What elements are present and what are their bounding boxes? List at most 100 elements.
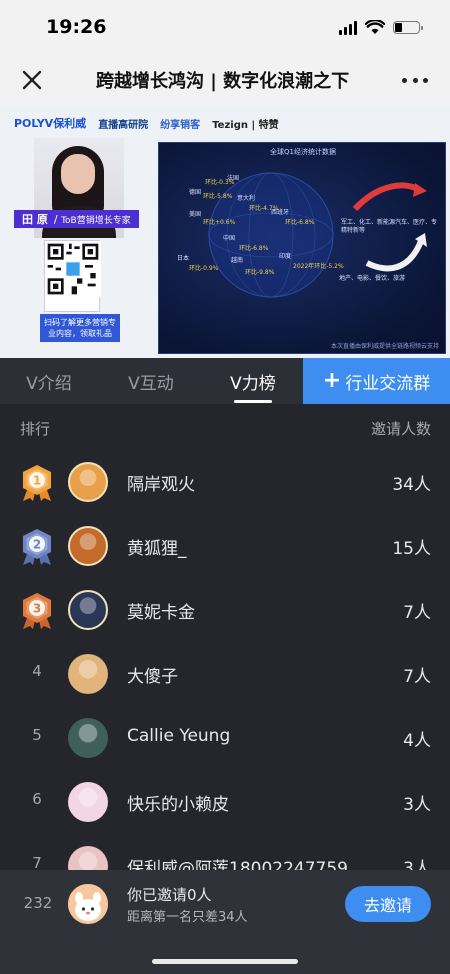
slide-label: 环比-0.3% [205, 179, 235, 186]
ranking-row: 7 保利威@阿莲18002247759 3人 [0, 834, 450, 870]
status-bar: 19:26 [0, 0, 450, 54]
slide-label: 环比-6.8% [285, 219, 315, 226]
ranking-row: 6 快乐的小赖皮 3人 [0, 770, 450, 834]
slide-note-down: 地产、电影、餐饮、旅游 [339, 275, 406, 282]
qr-caption: 扫码了解更多营销专业内容，领取礼品 [40, 314, 120, 342]
user-name: 保利威@阿莲18002247759 [127, 859, 348, 870]
wifi-icon [365, 20, 385, 34]
invite-count: 3人 [403, 795, 431, 815]
user-name: 快乐的小赖皮 [127, 795, 229, 815]
presenter-name-tag: 田 原 / ToB营销增长专家 [14, 210, 139, 228]
slide-label: 环比+0.6% [203, 219, 236, 226]
invite-count: 4人 [403, 731, 431, 751]
status-icons [339, 20, 423, 35]
slide-footer: 本次直播由保利威提供全链路视频云支持 [330, 343, 439, 350]
app-page: 19:26 跨越增长鸿沟 | 数字化浪潮之下 POLYV保利威 直播高研院 纷享… [0, 0, 450, 974]
close-icon[interactable] [20, 68, 44, 92]
qr-code-icon [45, 241, 101, 297]
ranking-row: 2 黄狐狸_ 15人 [0, 514, 450, 578]
slide-label: 环比-0.9% [189, 265, 219, 272]
rank-number: 4 [32, 662, 42, 680]
qr-code [44, 240, 101, 312]
gold-medal-icon: 1 [23, 465, 51, 501]
sponsor-logos: POLYV保利威 直播高研院 纷享销客 Tezign | 特赞 [0, 106, 450, 140]
presenter-desc: ToB营销增长专家 [61, 215, 131, 226]
active-tab-indicator [234, 400, 272, 403]
user-avatar [68, 654, 108, 694]
slide-label: 德国 [189, 189, 202, 196]
ranking-row: 4 大傻子 7人 [0, 642, 450, 706]
user-avatar [68, 462, 108, 502]
count-column-header: 邀请人数 [370, 420, 431, 438]
user-avatar [68, 526, 108, 566]
live-video-player[interactable]: POLYV保利威 直播高研院 纷享销客 Tezign | 特赞 田 原 / To… [0, 106, 450, 358]
logo-research-lab: 直播高研院 [98, 119, 149, 131]
slide-note-up: 军工、化工、新能源汽车、医疗、专精特新等 [341, 219, 438, 234]
nav-bar: 跨越增长鸿沟 | 数字化浪潮之下 [0, 54, 450, 106]
slide-label: 日本 [177, 255, 190, 262]
invite-button[interactable]: 去邀请 [345, 886, 431, 922]
ranking-row: 5 Callie Yeung 4人 [0, 706, 450, 770]
join-group-button[interactable]: + 行业交流群 [303, 358, 450, 404]
more-icon[interactable] [402, 68, 428, 92]
home-indicator[interactable] [152, 959, 298, 964]
invited-count-text: 你已邀请0人 [127, 886, 212, 904]
medal-rank-number: 1 [33, 474, 41, 488]
medal-rank-number: 3 [33, 602, 41, 616]
slide-label: 2022年环比-5.2% [293, 263, 344, 270]
tab-interaction[interactable]: V互动 [116, 358, 186, 404]
my-invite-bar: 232 你已邀请0人 距离第一名只差34人 去邀请 [0, 870, 450, 974]
slide-label: 环比-4.7% [249, 205, 279, 212]
ranking-row: 3 莫妮卡金 7人 [0, 578, 450, 642]
slide-label: 越南 [231, 257, 244, 264]
user-name: 大傻子 [127, 667, 178, 687]
ranking-header: 排行 邀请人数 [0, 404, 450, 450]
slide-label: 环比-9.8% [245, 269, 275, 276]
invite-count: 7人 [403, 603, 431, 623]
invite-count: 3人 [403, 859, 431, 870]
ranking-list: 1 隔岸观火 34人 2 黄狐狸_ 15人 3 莫妮卡金 7人 4 大傻子 7人 5 Callie Yeu… [0, 450, 450, 870]
slide-label: 美国 [189, 211, 202, 218]
tab-bar: V介绍 V互动 V力榜 + 行业交流群 [0, 358, 450, 404]
cellular-signal-icon [339, 20, 357, 35]
invite-count: 7人 [403, 667, 431, 687]
my-avatar [68, 884, 108, 924]
logo-fenxiang: 纷享销客 [160, 119, 201, 131]
join-group-label: 行业交流群 [345, 373, 431, 394]
gap-to-first-text: 距离第一名只差34人 [127, 910, 248, 925]
logo-tezign: Tezign | 特赞 [212, 119, 279, 131]
user-name: 隔岸观火 [127, 475, 195, 495]
silver-medal-icon: 2 [23, 529, 51, 565]
user-name: Callie Yeung [127, 726, 231, 746]
rank-number: 7 [32, 854, 42, 870]
globe-graphic [208, 172, 427, 298]
slide-label: 意大利 [237, 195, 256, 202]
page-title: 跨越增长鸿沟 | 数字化浪潮之下 [96, 71, 350, 92]
ranking-row: 1 隔岸观火 34人 [0, 450, 450, 514]
bronze-medal-icon: 3 [23, 593, 51, 629]
logo-polyv: POLYV保利威 [14, 117, 87, 130]
slide-label: 中国 [223, 235, 236, 242]
user-avatar [68, 590, 108, 630]
rank-column-header: 排行 [20, 420, 51, 438]
plus-icon: + [322, 368, 342, 393]
presenter-name: 田 原 [22, 213, 48, 226]
rank-number: 6 [32, 790, 42, 808]
rank-number: 5 [32, 726, 42, 744]
my-rank: 232 [23, 894, 53, 912]
slide-label: 环比-5.8% [203, 193, 233, 200]
user-avatar [68, 718, 108, 758]
user-avatar [68, 846, 108, 870]
invite-count: 15人 [392, 539, 431, 559]
invite-count: 34人 [392, 475, 431, 495]
user-avatar [68, 782, 108, 822]
user-name: 莫妮卡金 [127, 603, 195, 623]
tab-intro[interactable]: V介绍 [14, 358, 84, 404]
medal-rank-number: 2 [33, 538, 41, 552]
battery-icon [393, 21, 423, 34]
tab-ranking[interactable]: V力榜 [218, 358, 288, 404]
slide-label: 印度 [279, 253, 292, 260]
presentation-slide: 全球Q1经济统计数据 法国 德国 意大利 美国 西班牙 中国 日本 越南 印度 … [158, 142, 446, 354]
user-name: 黄狐狸_ [127, 539, 187, 559]
status-time: 19:26 [46, 16, 107, 38]
